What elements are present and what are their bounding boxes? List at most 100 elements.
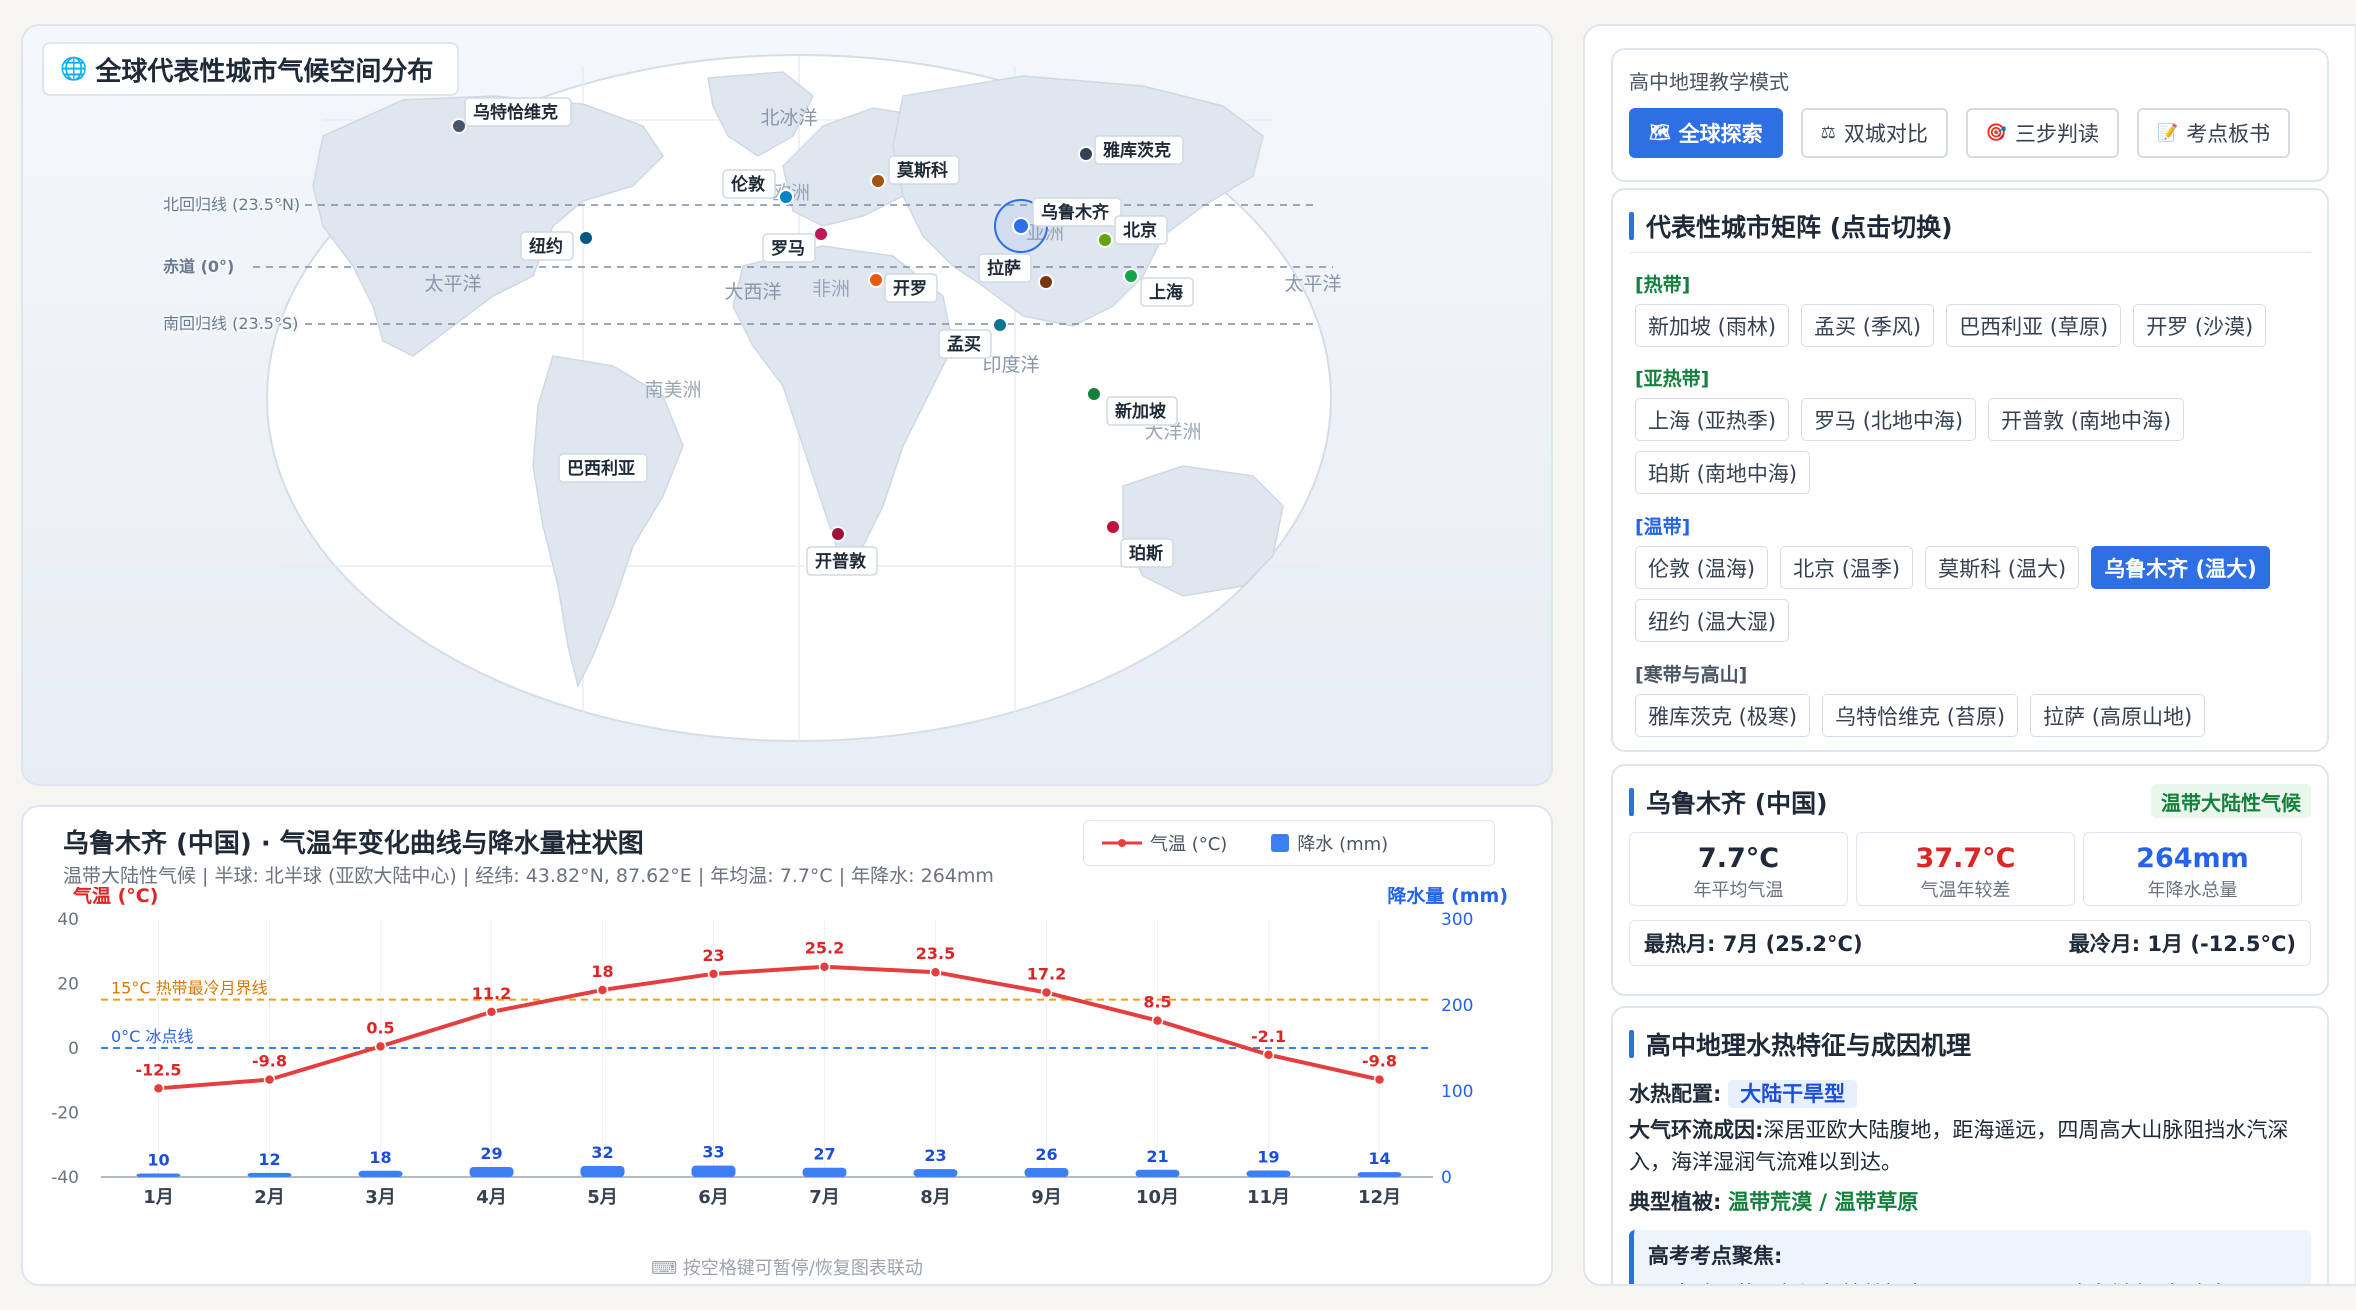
- city-marker[interactable]: 巴西利亚: [558, 453, 648, 483]
- precip-bar[interactable]: [469, 1167, 514, 1177]
- ocean-label: 北冰洋: [760, 107, 817, 129]
- precip-bar[interactable]: [1135, 1169, 1180, 1177]
- city-chip[interactable]: 乌特恰维克 (苔原): [1822, 694, 2019, 737]
- precip-bar[interactable]: [580, 1165, 625, 1177]
- temp-point[interactable]: [1262, 1049, 1275, 1061]
- y-left-tick: -40: [51, 1168, 79, 1188]
- city-chip[interactable]: 开普敦 (南地中海): [1988, 398, 2185, 441]
- y-left-tick: 0: [68, 1039, 79, 1059]
- city-chip[interactable]: 巴西利亚 (草原): [1946, 304, 2122, 347]
- city-chip[interactable]: 莫斯科 (温大): [1925, 546, 2080, 589]
- mode-tab-3[interactable]: 📝 考点板书: [2137, 108, 2291, 158]
- city-chip[interactable]: 罗马 (北地中海): [1801, 398, 1977, 441]
- city-dot: [992, 317, 1008, 333]
- temp-point[interactable]: [1373, 1073, 1386, 1086]
- legend-temp[interactable]: 气温 (°C): [1102, 830, 1227, 856]
- latitude-label: 赤道 (0°): [163, 257, 234, 276]
- temp-point[interactable]: [1040, 986, 1053, 999]
- precip-bar[interactable]: [247, 1172, 292, 1177]
- mode-tab-2[interactable]: 🎯 三步判读: [1965, 108, 2120, 158]
- temp-point[interactable]: [1151, 1014, 1164, 1027]
- x-tick: 2月: [254, 1187, 285, 1208]
- combo-tag: 大陆干旱型: [1728, 1080, 1858, 1108]
- ocean-label: 印度洋: [982, 354, 1039, 376]
- city-label: 珀斯: [1129, 543, 1163, 564]
- chart-legend: 气温 (°C) 降水 (mm): [1083, 820, 1495, 866]
- precip-value: 19: [1257, 1147, 1279, 1166]
- precip-value: 21: [1146, 1147, 1168, 1166]
- temp-value: 17.2: [1027, 965, 1066, 984]
- precip-bar[interactable]: [358, 1170, 403, 1177]
- city-chip[interactable]: 北京 (温季): [1780, 546, 1914, 589]
- legend-precip[interactable]: 降水 (mm): [1271, 830, 1388, 856]
- map-title: 🌐 全球代表性城市气候空间分布: [42, 42, 460, 96]
- vegetation-row: 典型植被: 温带荒漠 / 温带草原: [1629, 1190, 1919, 1214]
- city-chip[interactable]: 新加坡 (雨林): [1635, 304, 1790, 347]
- city-chip-row: 新加坡 (雨林) 孟买 (季风) 巴西利亚 (草原) 开罗 (沙漠): [1635, 304, 2315, 347]
- precip-bar[interactable]: [1246, 1170, 1291, 1177]
- temp-value: 0.5: [366, 1018, 394, 1037]
- divider: [1629, 252, 2311, 253]
- x-tick: 1月: [143, 1187, 174, 1208]
- stat-box: 7.7°C 年平均气温: [1629, 832, 1848, 906]
- mode-tabs: 🗺 全球探索 ⚖ 双城对比 🎯 三步判读 📝 考点板书: [1629, 108, 2291, 158]
- world-map[interactable]: 北回归线 (23.5°N) 赤道 (0°) 南回归线 (23.5°S) 北冰洋太平洋 大…: [23, 26, 1553, 786]
- city-chip[interactable]: 珀斯 (南地中海): [1635, 451, 1811, 494]
- mode-card: 高中地理教学模式 🗺 全球探索 ⚖ 双城对比 🎯 三步判读 📝 考点板书: [1611, 48, 2329, 182]
- x-tick: 8月: [920, 1187, 951, 1208]
- city-chip[interactable]: 上海 (亚热季): [1635, 398, 1790, 441]
- precip-bar[interactable]: [1357, 1172, 1402, 1177]
- city-dot: [1078, 146, 1094, 162]
- temp-point[interactable]: [263, 1073, 276, 1086]
- temp-value: 23.5: [916, 944, 955, 963]
- y-right-tick: 300: [1441, 910, 1473, 930]
- precip-value: 23: [924, 1146, 946, 1165]
- climate-chart[interactable]: 气温 (°C) 降水量 (mm) -40 -20 0 20 40 0 100 200 300 15°C…: [23, 887, 1555, 1247]
- warmest-month: 最热月: 7月 (25.2°C): [1644, 932, 1863, 956]
- city-marker[interactable]: 雅库茨克: [1078, 135, 1184, 165]
- temp-value: 11.2: [472, 984, 511, 1003]
- mode-tab-1[interactable]: ⚖ 双城对比: [1800, 108, 1948, 158]
- city-label: 开罗: [893, 279, 927, 299]
- group-label: [温带]: [1635, 516, 1691, 538]
- precip-bar[interactable]: [913, 1169, 958, 1177]
- feature-card: 高中地理水热特征与成因机理 水热配置: 大陆干旱型 大气环流成因:深居亚欧大陆腹…: [1611, 1006, 2329, 1284]
- precip-bar[interactable]: [691, 1165, 736, 1177]
- x-tick: 12月: [1358, 1187, 1401, 1208]
- city-chip-row: 上海 (亚热季) 罗马 (北地中海) 开普敦 (南地中海) 珀斯 (南地中海): [1635, 398, 2315, 494]
- y-right-tick: 200: [1441, 996, 1473, 1016]
- reference-label: 15°C 热带最冷月界线: [111, 979, 268, 998]
- temp-point[interactable]: [707, 968, 720, 980]
- chart-panel: 乌鲁木齐 (中国) · 气温年变化曲线与降水量柱状图 温带大陆性气候 | 半球:…: [21, 805, 1553, 1286]
- temp-point[interactable]: [152, 1082, 165, 1095]
- temp-point[interactable]: [818, 960, 831, 973]
- temp-point[interactable]: [596, 984, 609, 996]
- city-matrix-card: 代表性城市矩阵 (点击切换) [热带] 新加坡 (雨林) 孟买 (季风) 巴西利亚 (…: [1611, 188, 2329, 752]
- city-label: 罗马: [771, 239, 805, 259]
- temp-value: -12.5: [135, 1060, 181, 1079]
- city-chip[interactable]: 雅库茨克 (极寒): [1635, 694, 1811, 737]
- city-chip-row: 伦敦 (温海) 北京 (温季) 莫斯科 (温大) 乌鲁木齐 (温大) 纽约 (温大湿): [1635, 546, 2315, 642]
- city-chip[interactable]: 开罗 (沙漠): [2133, 304, 2267, 347]
- city-chip[interactable]: 伦敦 (温海): [1635, 546, 1769, 589]
- temp-point[interactable]: [374, 1040, 387, 1053]
- precip-bar[interactable]: [136, 1173, 181, 1177]
- reference-label: 0°C 冰点线: [111, 1027, 193, 1046]
- x-tick: 5月: [587, 1187, 618, 1208]
- mode-tab-0[interactable]: 🗺 全球探索: [1629, 108, 1783, 158]
- city-dot: [868, 272, 884, 288]
- precip-bar[interactable]: [1024, 1168, 1069, 1177]
- climate-badge: 温带大陆性气候: [2151, 784, 2311, 818]
- city-chip[interactable]: 拉萨 (高原山地): [2030, 694, 2206, 737]
- city-chip[interactable]: 乌鲁木齐 (温大): [2091, 546, 2270, 589]
- target-icon: 🎯: [1985, 123, 2008, 143]
- precip-value: 33: [702, 1143, 724, 1162]
- bar-swatch-icon: [1271, 834, 1290, 852]
- precip-bar[interactable]: [802, 1167, 847, 1177]
- x-tick: 6月: [698, 1187, 729, 1208]
- city-chip[interactable]: 孟买 (季风): [1801, 304, 1935, 347]
- city-chip[interactable]: 纽约 (温大湿): [1635, 599, 1790, 642]
- temp-point[interactable]: [485, 1006, 498, 1018]
- city-label: 巴西利亚: [567, 458, 635, 479]
- temp-point[interactable]: [929, 966, 942, 978]
